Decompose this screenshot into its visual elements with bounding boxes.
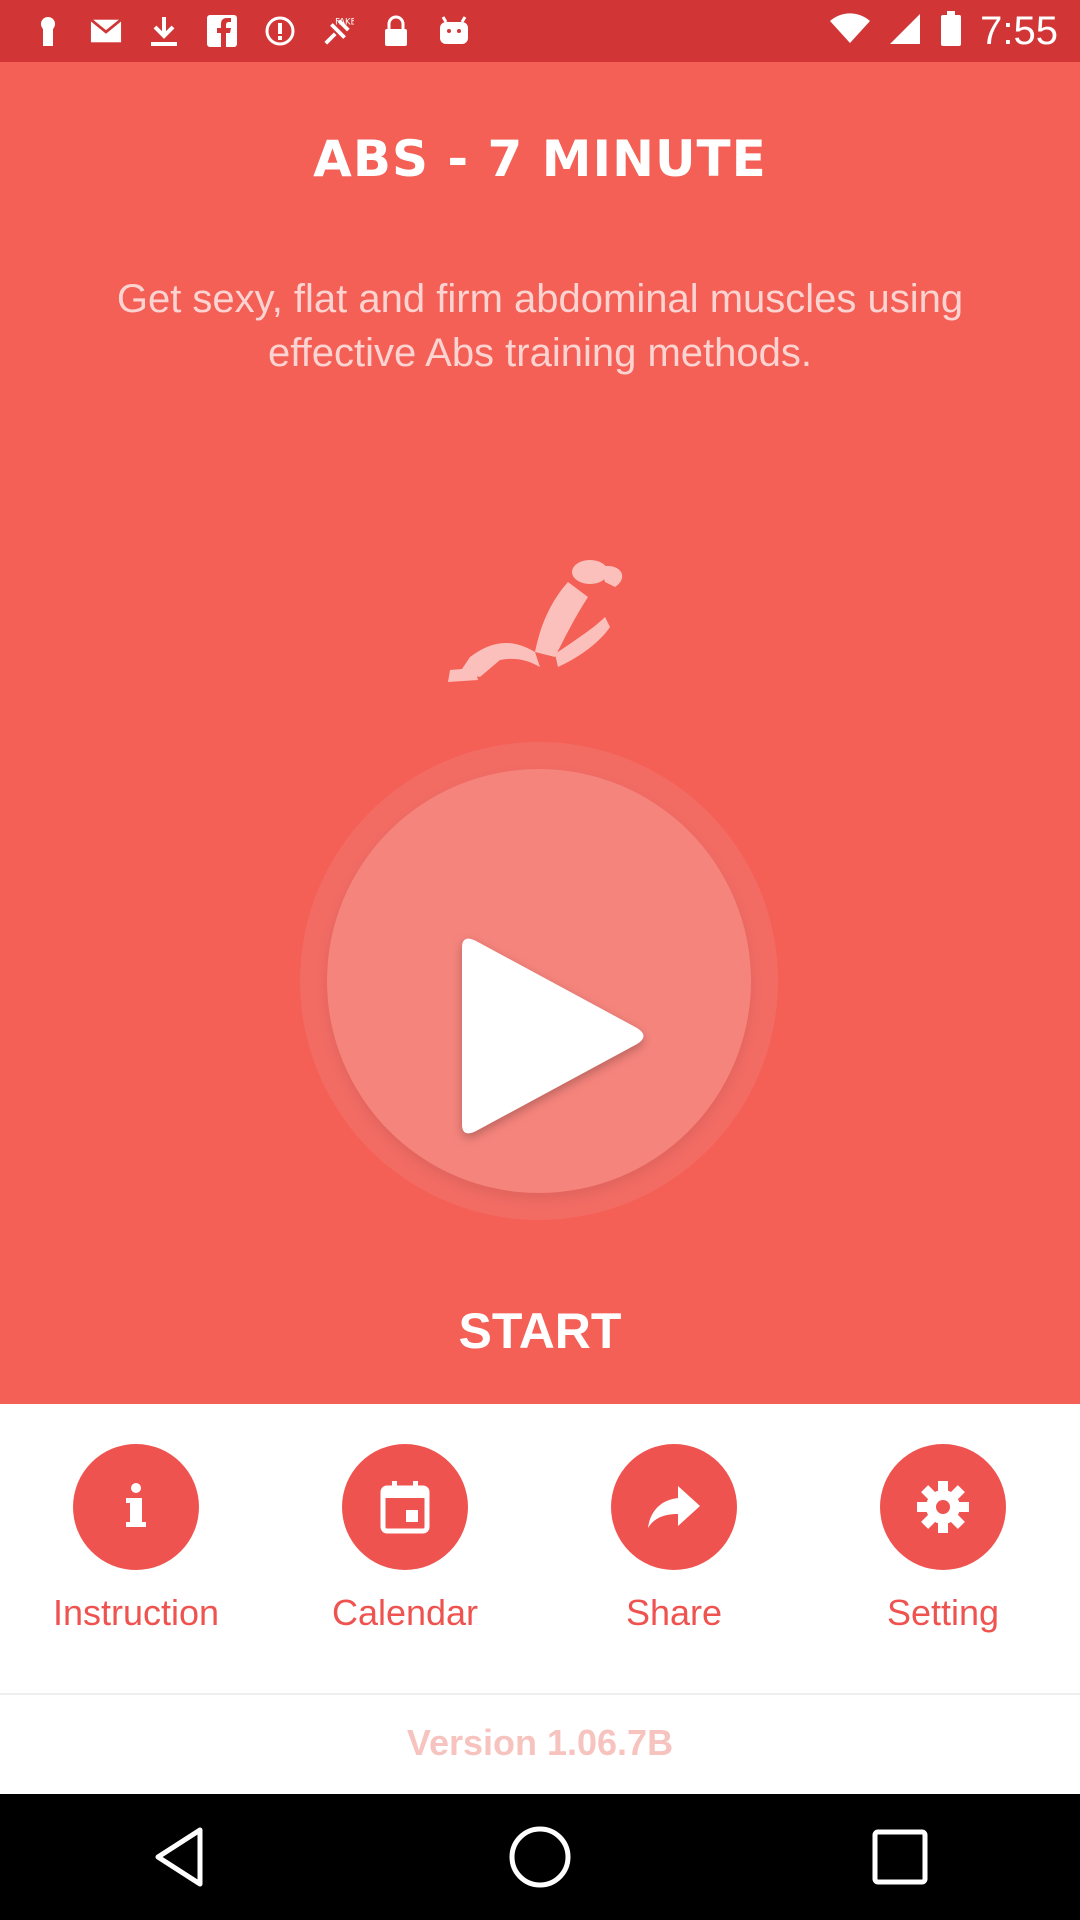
play-icon[interactable] — [452, 930, 652, 1150]
home-button[interactable] — [495, 1812, 585, 1902]
divider — [0, 1693, 1080, 1695]
battery-icon — [940, 10, 962, 52]
recents-button[interactable] — [855, 1812, 945, 1902]
back-icon — [155, 1827, 203, 1887]
recents-icon — [872, 1829, 928, 1885]
system-nav-bar — [0, 1794, 1080, 1920]
lock-icon — [380, 15, 412, 47]
svg-text:FAKE: FAKE — [335, 16, 354, 26]
nav-item-calendar[interactable]: Calendar — [285, 1444, 525, 1644]
gear-icon[interactable] — [880, 1444, 1006, 1570]
nav-item-setting[interactable]: Setting — [823, 1444, 1063, 1644]
share-icon[interactable] — [611, 1444, 737, 1570]
nav-label-instruction: Instruction — [52, 1592, 220, 1633]
app-title: ABS - 7 MINUTE — [313, 130, 767, 188]
bottom-nav: Instruction Calendar Share Setting — [0, 1444, 1080, 1644]
mail-icon — [90, 15, 122, 47]
home-icon — [509, 1826, 571, 1888]
start-label[interactable]: START — [0, 1302, 1080, 1360]
app-subtitle: Get sexy, flat and firm abdominal muscle… — [116, 277, 964, 375]
signal-icon — [888, 12, 922, 51]
keyhole-icon — [32, 15, 64, 47]
hero-section: ABS - 7 MINUTE Get sexy, flat and firm a… — [0, 62, 1080, 1404]
back-button[interactable] — [135, 1812, 225, 1902]
calendar-icon[interactable] — [342, 1444, 468, 1570]
status-time: 7:55 — [980, 8, 1058, 53]
nav-label-setting: Setting — [886, 1592, 1000, 1633]
fake-gps-icon: FAKE — [322, 15, 354, 47]
android-icon — [438, 15, 470, 47]
info-icon[interactable] — [73, 1444, 199, 1570]
situp-figure-icon — [448, 560, 623, 682]
nav-item-instruction[interactable]: Instruction — [16, 1444, 256, 1644]
facebook-icon — [206, 15, 238, 47]
version-label: Version 1.06.7B — [406, 1722, 674, 1763]
bottom-panel: Instruction Calendar Share Setting Versi… — [0, 1404, 1080, 1794]
nav-label-share: Share — [625, 1592, 723, 1633]
download-icon — [148, 15, 180, 47]
alert-icon — [264, 15, 296, 47]
nav-item-share[interactable]: Share — [554, 1444, 794, 1644]
nav-label-calendar: Calendar — [331, 1592, 479, 1633]
wifi-icon — [830, 12, 871, 50]
status-bar: FAKE 7:55 — [0, 0, 1080, 62]
app-screen: FAKE 7:55 ABS - 7 MINUTE Get sexy, flat — [0, 0, 1080, 1920]
